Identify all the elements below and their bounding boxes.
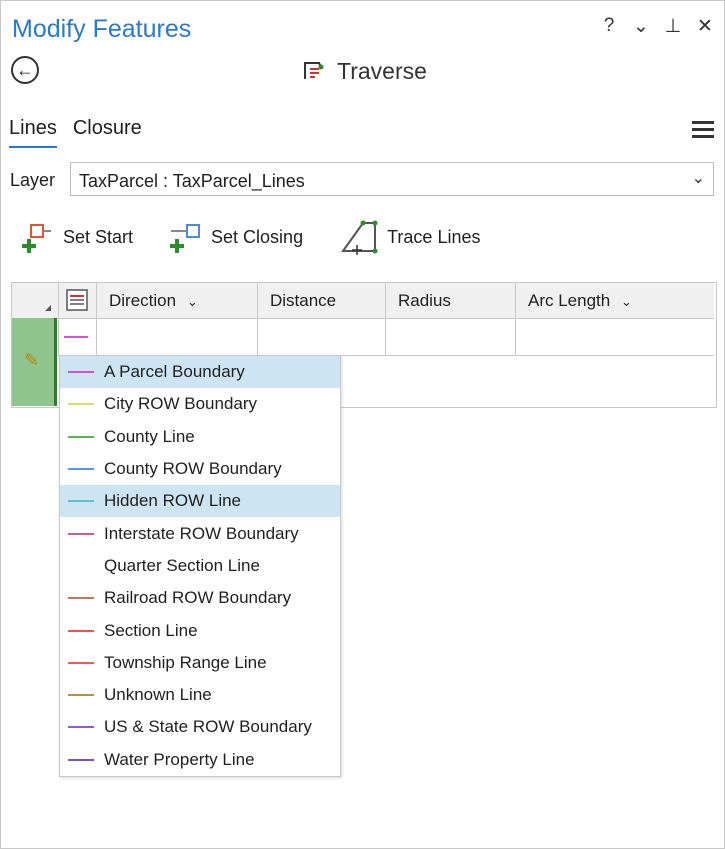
line-type-header[interactable] [58, 283, 96, 318]
column-direction[interactable]: Direction ⌄ [96, 283, 257, 318]
line-type-swatch [64, 336, 88, 338]
help-icon[interactable]: ? [600, 15, 618, 38]
trace-lines-label: Trace Lines [387, 226, 481, 247]
trace-lines-button[interactable]: Trace Lines [339, 219, 480, 255]
set-start-label: Set Start [63, 226, 134, 247]
line-color-swatch [68, 694, 94, 697]
dropdown-item[interactable]: US & State ROW Boundary [60, 711, 340, 743]
dropdown-item[interactable]: Hidden ROW Line [60, 485, 340, 518]
line-color-swatch [68, 403, 94, 406]
set-start-button[interactable]: Set Start [21, 219, 133, 255]
window-controls: ? ⌄ ⊥ ✕ [600, 15, 714, 38]
pane-title: Modify Features [12, 15, 192, 43]
tool-header: Traverse [301, 58, 427, 85]
dropdown-item-label: US & State ROW Boundary [104, 717, 312, 737]
pencil-icon: ✎ [24, 350, 40, 370]
line-color-swatch [68, 468, 94, 471]
dropdown-item-label: Quarter Section Line [104, 555, 260, 575]
dropdown-item[interactable]: Railroad ROW Boundary [60, 582, 340, 614]
menu-button[interactable] [692, 117, 714, 142]
chevron-down-icon[interactable]: ⌄ [632, 15, 650, 38]
set-closing-button[interactable]: Set Closing [169, 219, 303, 255]
dropdown-item[interactable]: County ROW Boundary [60, 453, 340, 485]
tool-title: Traverse [337, 58, 427, 84]
trace-lines-icon [341, 220, 378, 255]
line-color-swatch [68, 565, 94, 567]
column-distance[interactable]: Distance [257, 283, 385, 318]
dropdown-item-label: A Parcel Boundary [104, 362, 245, 382]
distance-cell[interactable] [257, 318, 385, 356]
traverse-toolbar: Set Start Set Closing Trace Lines [21, 219, 480, 255]
dropdown-item-label: Hidden ROW Line [104, 491, 242, 511]
dropdown-item-label: City ROW Boundary [104, 394, 258, 414]
chevron-down-icon: ⌄ [186, 294, 198, 309]
dropdown-item-label: Township Range Line [104, 652, 267, 672]
arrow-left-icon: ← [16, 60, 34, 80]
tab-bar: Lines Closure [9, 117, 142, 148]
chevron-down-icon: ⌄ [691, 170, 705, 187]
chevron-down-icon: ⌄ [620, 294, 632, 309]
modify-features-pane: Modify Features ? ⌄ ⊥ ✕ ← Traverse Lines… [0, 0, 725, 849]
line-color-swatch [68, 597, 94, 600]
tab-closure[interactable]: Closure [73, 117, 142, 148]
dropdown-item-label: Interstate ROW Boundary [104, 523, 299, 543]
dropdown-item[interactable]: Interstate ROW Boundary [60, 517, 340, 549]
close-icon[interactable]: ✕ [696, 15, 714, 38]
corner-triangle-icon [45, 305, 51, 311]
line-color-swatch [68, 629, 94, 632]
line-list-icon [66, 289, 88, 311]
layer-label: Layer [10, 170, 56, 190]
line-color-swatch [68, 500, 94, 503]
line-type-dropdown[interactable]: A Parcel Boundary City ROW Boundary County… [59, 355, 341, 777]
dropdown-item[interactable]: Unknown Line [60, 679, 340, 711]
line-color-swatch [68, 532, 94, 535]
dropdown-item-label: Unknown Line [104, 685, 212, 705]
dropdown-item[interactable]: County Line [60, 421, 340, 453]
line-type-cell[interactable] [58, 318, 96, 356]
dropdown-item[interactable]: City ROW Boundary [60, 388, 340, 420]
line-color-swatch [68, 758, 94, 761]
traverse-icon [304, 61, 324, 79]
pin-icon[interactable]: ⊥ [664, 15, 682, 38]
row-selector[interactable]: ✎ [12, 318, 57, 406]
line-color-swatch [68, 661, 94, 664]
dropdown-item-label: Section Line [104, 620, 198, 640]
line-color-swatch [68, 435, 94, 438]
row-selector-header[interactable] [12, 283, 58, 318]
column-radius[interactable]: Radius [385, 283, 515, 318]
line-color-swatch [68, 371, 94, 374]
line-color-swatch [68, 726, 94, 729]
back-button[interactable]: ← [11, 56, 39, 84]
dropdown-item-label: County Line [104, 426, 195, 446]
dropdown-item[interactable]: Township Range Line [60, 647, 340, 679]
direction-cell[interactable] [96, 318, 257, 356]
grid-header: Direction ⌄ Distance Radius Arc Length ⌄ [12, 283, 714, 319]
menu-icon [692, 121, 714, 124]
arc-length-cell[interactable] [515, 318, 714, 356]
set-start-icon [22, 224, 51, 253]
dropdown-item[interactable]: Quarter Section Line [60, 550, 340, 582]
dropdown-item-label: County ROW Boundary [104, 459, 282, 479]
set-closing-label: Set Closing [211, 226, 304, 247]
tab-lines[interactable]: Lines [9, 117, 57, 148]
layer-select[interactable]: TaxParcel : TaxParcel_Lines ⌄ [70, 162, 714, 196]
layer-value: TaxParcel : TaxParcel_Lines [79, 171, 305, 191]
set-closing-icon [170, 224, 201, 253]
column-arc-length[interactable]: Arc Length ⌄ [515, 283, 714, 318]
dropdown-item[interactable]: Section Line [60, 614, 340, 646]
dropdown-item-label: Railroad ROW Boundary [104, 588, 292, 608]
dropdown-item-label: Water Property Line [104, 749, 255, 769]
radius-cell[interactable] [385, 318, 515, 356]
dropdown-item[interactable]: Water Property Line [60, 744, 340, 776]
dropdown-item[interactable]: A Parcel Boundary [60, 356, 340, 389]
